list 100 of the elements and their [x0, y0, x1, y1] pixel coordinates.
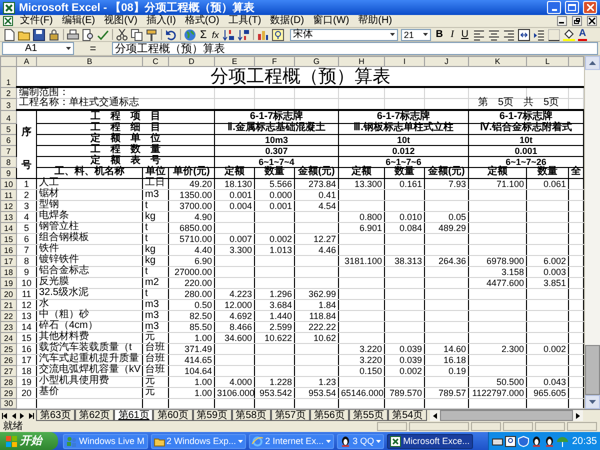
scroll-down-button[interactable] [585, 395, 600, 409]
keyboard-icon[interactable] [492, 436, 503, 446]
row-header[interactable]: 7 [0, 146, 16, 156]
merge-cells-icon[interactable] [518, 28, 530, 40]
align-center-icon[interactable] [488, 28, 500, 40]
sheet-tab[interactable]: 第58页 [232, 410, 271, 421]
workbook-restore-button[interactable] [572, 16, 582, 26]
row-header[interactable]: 3 [0, 98, 16, 110]
column-header[interactable]: C [142, 56, 168, 66]
row-header[interactable]: 28 [0, 376, 16, 388]
row-header[interactable]: 4 [0, 110, 16, 124]
copy-icon[interactable] [131, 28, 143, 40]
menu-item[interactable]: 视图(V) [102, 15, 140, 27]
row-header[interactable]: 9 [0, 168, 16, 178]
column-header[interactable]: J [424, 56, 468, 66]
close-button[interactable] [583, 1, 597, 14]
row-header[interactable]: 10 [0, 178, 16, 190]
scissors-icon[interactable] [116, 28, 128, 40]
column-header[interactable]: A [16, 56, 36, 66]
align-right-icon[interactable] [502, 28, 515, 40]
row-header[interactable]: 20 [0, 288, 16, 300]
sheet-tab[interactable]: 第55页 [349, 410, 388, 421]
column-header[interactable]: F [254, 56, 294, 66]
shield-icon[interactable] [518, 436, 529, 446]
font-name-dropdown[interactable]: 宋体 [290, 28, 398, 40]
row-header[interactable]: 30 [0, 398, 16, 408]
sheet-tab[interactable]: 第62页 [75, 410, 114, 421]
row-header[interactable]: 24 [0, 332, 16, 344]
sheet-tab[interactable]: 第56页 [310, 410, 349, 421]
row-header[interactable]: 11 [0, 190, 16, 200]
minimize-button[interactable] [547, 1, 561, 14]
row-header[interactable]: 12 [0, 200, 16, 212]
row-header[interactable]: 26 [0, 354, 16, 366]
autosum-button[interactable]: Σ [199, 28, 208, 40]
row-header[interactable]: 15 [0, 234, 16, 244]
indent-icon[interactable] [532, 28, 545, 40]
row-header[interactable]: 17 [0, 256, 16, 266]
italic-button[interactable]: I [448, 28, 457, 40]
menu-item[interactable]: 文件(F) [18, 15, 55, 27]
save-icon[interactable] [33, 28, 45, 40]
penguin-icon[interactable] [544, 436, 555, 446]
bold-button[interactable]: B [434, 28, 445, 40]
column-header[interactable]: B [36, 56, 142, 66]
column-header[interactable]: H [338, 56, 384, 66]
borders-icon[interactable] [548, 28, 560, 40]
taskbar-button[interactable]: Windows Live M [63, 434, 148, 448]
sheet-tab[interactable]: 第59页 [192, 410, 232, 421]
column-header[interactable]: E [214, 56, 254, 66]
menu-item[interactable]: 窗口(W) [311, 15, 352, 27]
underline-button[interactable]: U [460, 28, 470, 40]
vertical-scrollbar[interactable] [584, 56, 600, 409]
row-header[interactable]: 21 [0, 300, 16, 310]
row-header[interactable]: 23 [0, 322, 16, 332]
row-header[interactable]: 27 [0, 366, 16, 376]
sheet-tab[interactable]: 第57页 [270, 410, 310, 421]
penguin-icon[interactable] [530, 436, 542, 446]
menu-item[interactable]: 编辑(E) [60, 15, 98, 27]
row-header[interactable]: 16 [0, 244, 16, 256]
font-size-dropdown[interactable]: 21 [400, 28, 431, 40]
workbook-close-button[interactable] [587, 16, 597, 26]
row-header[interactable]: 29 [0, 388, 16, 398]
sheet-tab[interactable]: 第54页 [388, 410, 428, 421]
workbook-minimize-button[interactable] [557, 16, 567, 26]
lock-icon[interactable] [48, 28, 60, 40]
row-header[interactable]: 14 [0, 222, 16, 234]
column-header[interactable]: K [468, 56, 526, 66]
formula-field[interactable]: 分项工程概（预）算表 [112, 42, 598, 55]
column-header[interactable]: L [526, 56, 568, 66]
taskbar-button[interactable]: 2 Internet Ex... [249, 434, 334, 448]
maximize-button[interactable] [565, 1, 579, 14]
menu-item[interactable]: 数据(D) [268, 15, 306, 27]
row-header[interactable]: 8 [0, 156, 16, 168]
first-sheet-button[interactable] [0, 410, 9, 421]
sort-descending-icon[interactable] [238, 28, 250, 40]
row-header[interactable]: 6 [0, 134, 16, 146]
row-header[interactable]: 22 [0, 310, 16, 322]
row-header[interactable]: 18 [0, 266, 16, 278]
format-brush-icon[interactable] [146, 28, 158, 40]
undo-icon[interactable] [165, 28, 177, 40]
menu-item[interactable]: 帮助(H) [356, 15, 394, 27]
sheet-tab[interactable]: 第63页 [36, 410, 76, 421]
spellcheck-icon[interactable] [97, 28, 109, 40]
sort-ascending-icon[interactable] [222, 28, 235, 40]
last-sheet-button[interactable] [27, 410, 36, 421]
print-preview-icon[interactable] [82, 28, 94, 40]
column-header[interactable]: I [384, 56, 424, 66]
taskbar-button[interactable]: 2 Windows Exp... [150, 434, 246, 448]
umbrella-icon[interactable] [556, 436, 568, 446]
row-header[interactable]: 19 [0, 278, 16, 288]
fill-color-icon[interactable] [562, 28, 575, 40]
row-header[interactable]: 1 [0, 66, 16, 87]
scroll-thumb[interactable] [585, 345, 600, 395]
row-header[interactable]: 2 [0, 87, 16, 98]
column-header[interactable]: D [168, 56, 214, 66]
print-icon[interactable] [67, 28, 79, 40]
menu-item[interactable]: 插入(I) [144, 15, 178, 27]
menu-item[interactable]: 工具(T) [226, 15, 264, 27]
row-header[interactable]: 5 [0, 124, 16, 134]
chart-icon[interactable] [256, 28, 269, 40]
row-header[interactable]: 25 [0, 344, 16, 354]
